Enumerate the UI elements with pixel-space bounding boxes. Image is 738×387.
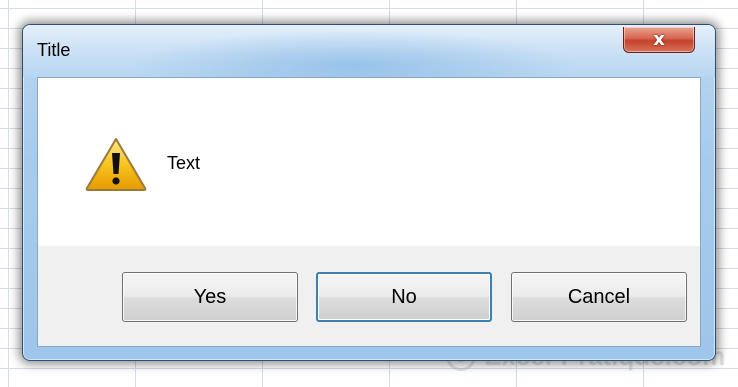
message-text: Text xyxy=(167,153,201,173)
title-bar[interactable]: Title x xyxy=(23,25,715,77)
yes-button[interactable]: Yes xyxy=(122,272,298,322)
yes-button-label: Yes xyxy=(193,285,227,308)
cancel-button-label: Cancel xyxy=(567,285,631,308)
close-icon: x xyxy=(653,28,665,50)
message-dialog: Title x Text Yes No Cancel xyxy=(22,24,716,361)
warning-icon xyxy=(85,138,147,191)
no-button-label: No xyxy=(391,285,417,308)
message-area: Text xyxy=(38,78,700,246)
cancel-button[interactable]: Cancel xyxy=(511,272,687,322)
button-bar: Yes No Cancel xyxy=(38,246,700,346)
no-button[interactable]: No xyxy=(316,272,492,322)
dialog-content: Text Yes No Cancel xyxy=(37,77,701,347)
dialog-title: Title xyxy=(37,40,71,60)
close-button[interactable]: x xyxy=(623,27,695,53)
